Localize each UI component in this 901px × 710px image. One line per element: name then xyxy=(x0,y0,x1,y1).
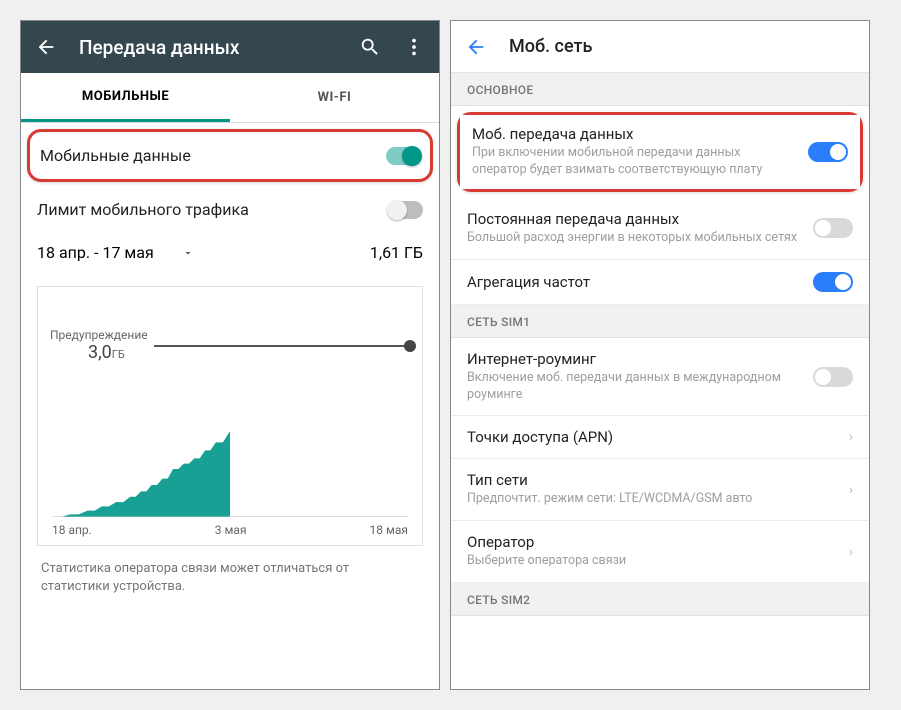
period-label: 18 апр. - 17 мая xyxy=(37,243,154,262)
right-screenshot: Моб. сеть ОСНОВНОЕ Моб. передача данных … xyxy=(450,20,870,690)
setting-title: Оператор xyxy=(467,533,839,551)
mobile-data-row[interactable]: Мобильные данные xyxy=(27,129,433,182)
chevron-right-icon: › xyxy=(849,482,853,498)
aggregation-setting[interactable]: Агрегация частот xyxy=(451,260,869,305)
section-main: ОСНОВНОЕ xyxy=(451,73,869,106)
period-usage: 1,61 ГБ xyxy=(370,243,423,262)
setting-subtitle: Включение моб. передачи данных в междуна… xyxy=(467,370,803,404)
section-sim1: СЕТЬ SIM1 xyxy=(451,305,869,338)
setting-title: Точки доступа (APN) xyxy=(467,428,839,446)
page-title: Моб. сеть xyxy=(509,36,855,57)
mobile-data-label: Мобильные данные xyxy=(40,146,386,165)
usage-chart: Предупреждение 3,0ГБ 18 апр. 3 мая 18 ма… xyxy=(37,286,423,546)
always-on-setting[interactable]: Постоянная передача данных Большой расхо… xyxy=(451,198,869,260)
warning-label: Предупреждение xyxy=(50,329,148,342)
xaxis-tick: 18 мая xyxy=(370,523,408,537)
tab-mobile[interactable]: МОБИЛЬНЫЕ xyxy=(21,73,230,122)
roaming-switch[interactable] xyxy=(813,367,853,387)
appbar: Передача данных xyxy=(21,21,439,73)
setting-title: Агрегация частот xyxy=(467,273,803,291)
setting-subtitle: Выберите оператора связи xyxy=(467,553,839,570)
always-on-switch[interactable] xyxy=(813,218,853,238)
limit-label: Лимит мобильного трафика xyxy=(37,200,389,219)
operator-setting[interactable]: Оператор Выберите оператора связи › xyxy=(451,521,869,583)
page-title: Передача данных xyxy=(79,36,337,59)
setting-subtitle: При включении мобильной передачи данных … xyxy=(472,145,798,179)
apn-setting[interactable]: Точки доступа (APN) › xyxy=(451,416,869,459)
tabs: МОБИЛЬНЫЕ WI-FI xyxy=(21,73,439,123)
limit-switch[interactable] xyxy=(389,201,423,219)
chevron-down-icon xyxy=(182,247,194,259)
period-row[interactable]: 18 апр. - 17 мая 1,61 ГБ xyxy=(21,233,439,280)
xaxis-tick: 3 мая xyxy=(215,523,247,537)
mobile-data-highlight: Моб. передача данных При включении мобил… xyxy=(457,112,863,192)
section-sim2: СЕТЬ SIM2 xyxy=(451,583,869,616)
mobile-data-switch[interactable] xyxy=(808,142,848,162)
warning-bar[interactable] xyxy=(154,345,412,347)
setting-subtitle: Большой расход энергии в некоторых мобил… xyxy=(467,230,803,247)
setting-title: Тип сети xyxy=(467,471,839,489)
tab-wifi[interactable]: WI-FI xyxy=(230,73,439,122)
setting-title: Моб. передача данных xyxy=(472,125,798,143)
chevron-right-icon: › xyxy=(849,544,853,560)
chart-area xyxy=(52,357,408,517)
back-icon[interactable] xyxy=(35,36,57,58)
search-icon[interactable] xyxy=(359,36,381,58)
xaxis-tick: 18 апр. xyxy=(52,523,92,537)
mobile-data-setting[interactable]: Моб. передача данных При включении мобил… xyxy=(460,115,860,189)
aggregation-switch[interactable] xyxy=(813,272,853,292)
setting-subtitle: Предпочтит. режим сети: LTE/WCDMA/GSM ав… xyxy=(467,491,839,508)
chevron-right-icon: › xyxy=(849,429,853,445)
nettype-setting[interactable]: Тип сети Предпочтит. режим сети: LTE/WCD… xyxy=(451,459,869,521)
footnote: Статистика оператора связи может отличат… xyxy=(21,550,439,596)
x-axis: 18 апр. 3 мая 18 мая xyxy=(52,523,408,537)
mobile-data-switch[interactable] xyxy=(386,147,420,165)
appbar: Моб. сеть xyxy=(451,21,869,73)
roaming-setting[interactable]: Интернет-роуминг Включение моб. передачи… xyxy=(451,338,869,417)
overflow-icon[interactable] xyxy=(403,36,425,58)
setting-title: Интернет-роуминг xyxy=(467,350,803,368)
setting-title: Постоянная передача данных xyxy=(467,210,803,228)
left-screenshot: Передача данных МОБИЛЬНЫЕ WI-FI Мобильны… xyxy=(20,20,440,690)
back-icon[interactable] xyxy=(465,36,487,58)
limit-row[interactable]: Лимит мобильного трафика xyxy=(21,186,439,233)
